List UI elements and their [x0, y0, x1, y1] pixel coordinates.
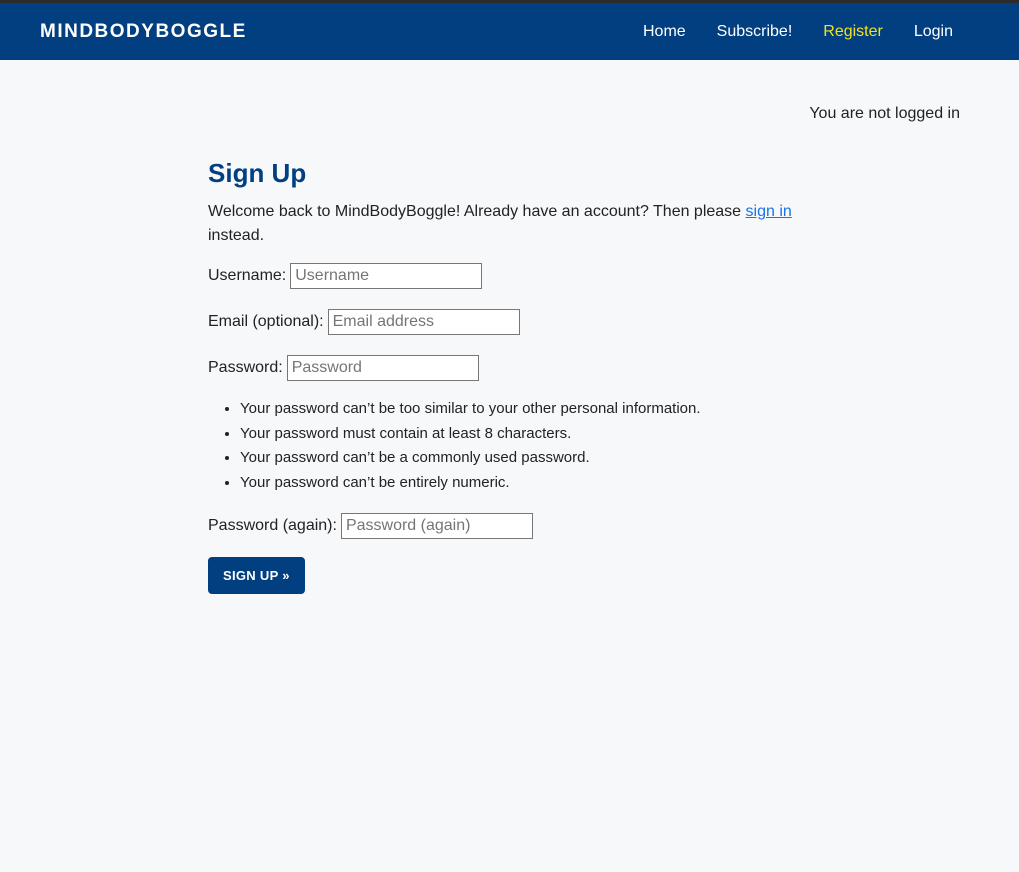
nav-register-link[interactable]: Register [823, 22, 883, 42]
signup-form: Username: Email (optional): Password: Yo… [208, 261, 808, 594]
signup-section: Sign Up Welcome back to MindBodyBoggle! … [208, 156, 808, 594]
password-again-input[interactable] [340, 513, 533, 539]
email-input[interactable] [327, 309, 520, 335]
intro-text: Welcome back to MindBodyBoggle! Already … [208, 200, 798, 248]
navbar: MINDBODYBOGGLE Home Subscribe! Register … [0, 3, 1019, 60]
nav-subscribe-link[interactable]: Subscribe! [717, 22, 793, 42]
username-label: Username: [208, 267, 287, 284]
password-label: Password: [208, 359, 283, 376]
password-again-row: Password (again): [208, 511, 808, 541]
password-rules-list: Your password can’t be too similar to yo… [208, 397, 808, 495]
username-row: Username: [208, 261, 808, 291]
password-rule-item: Your password can’t be entirely numeric. [240, 471, 808, 496]
nav-links: Home Subscribe! Register Login [612, 22, 953, 42]
password-again-label: Password (again): [208, 517, 337, 534]
nav-login-link[interactable]: Login [914, 22, 953, 42]
password-input[interactable] [286, 355, 479, 381]
nav-home-link[interactable]: Home [643, 22, 686, 42]
password-row: Password: [208, 353, 808, 383]
login-status-text: You are not logged in [809, 105, 960, 122]
sign-up-button[interactable]: SIGN UP » [208, 557, 305, 594]
password-rule-item: Your password must contain at least 8 ch… [240, 422, 808, 447]
intro-text-before: Welcome back to MindBodyBoggle! Already … [208, 203, 746, 220]
password-rule-item: Your password can’t be too similar to yo… [240, 397, 808, 422]
username-input[interactable] [290, 263, 483, 289]
email-label: Email (optional): [208, 313, 324, 330]
page-title: Sign Up [208, 158, 307, 188]
brand-logo[interactable]: MINDBODYBOGGLE [40, 21, 247, 43]
intro-text-after: instead. [208, 227, 265, 244]
sign-in-link[interactable]: sign in [746, 203, 792, 220]
email-row: Email (optional): [208, 307, 808, 337]
password-rule-item: Your password can’t be a commonly used p… [240, 446, 808, 471]
